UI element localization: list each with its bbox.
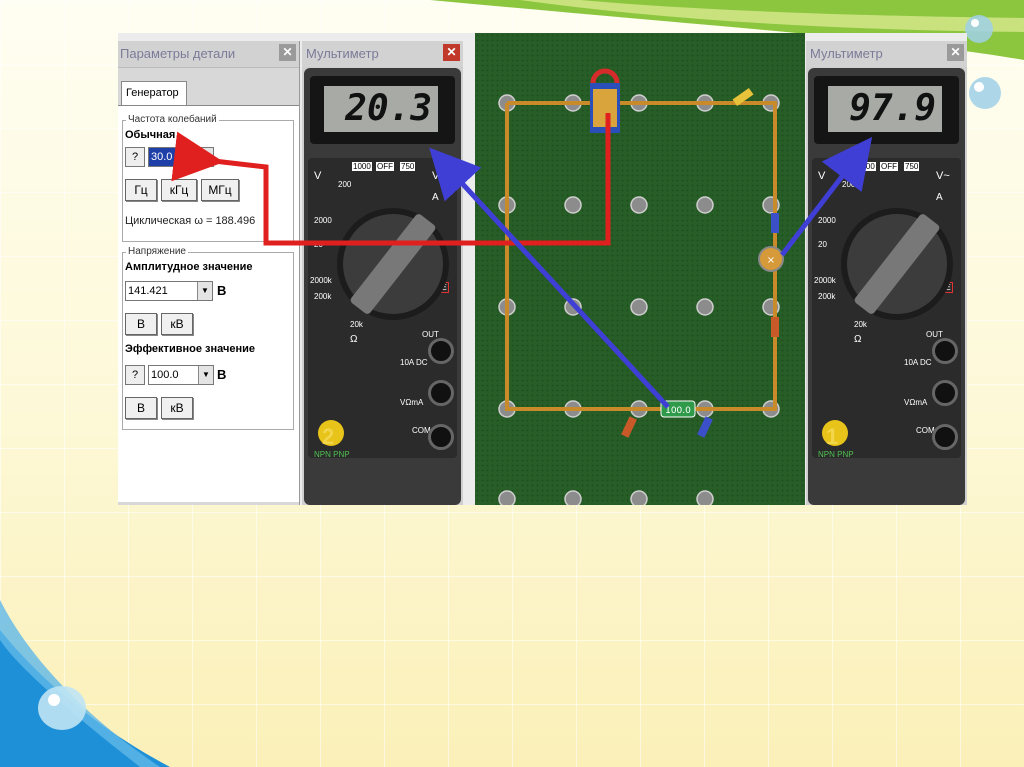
blue-arrow-left [429,147,670,409]
blue-arrow-right [780,137,873,257]
simulation-screenshot: Параметры детали ✕ Генератор Частота кол… [118,33,967,505]
annotation-arrows [171,113,873,409]
slide-decoration-bottom [0,600,170,767]
red-arrow [171,113,611,246]
